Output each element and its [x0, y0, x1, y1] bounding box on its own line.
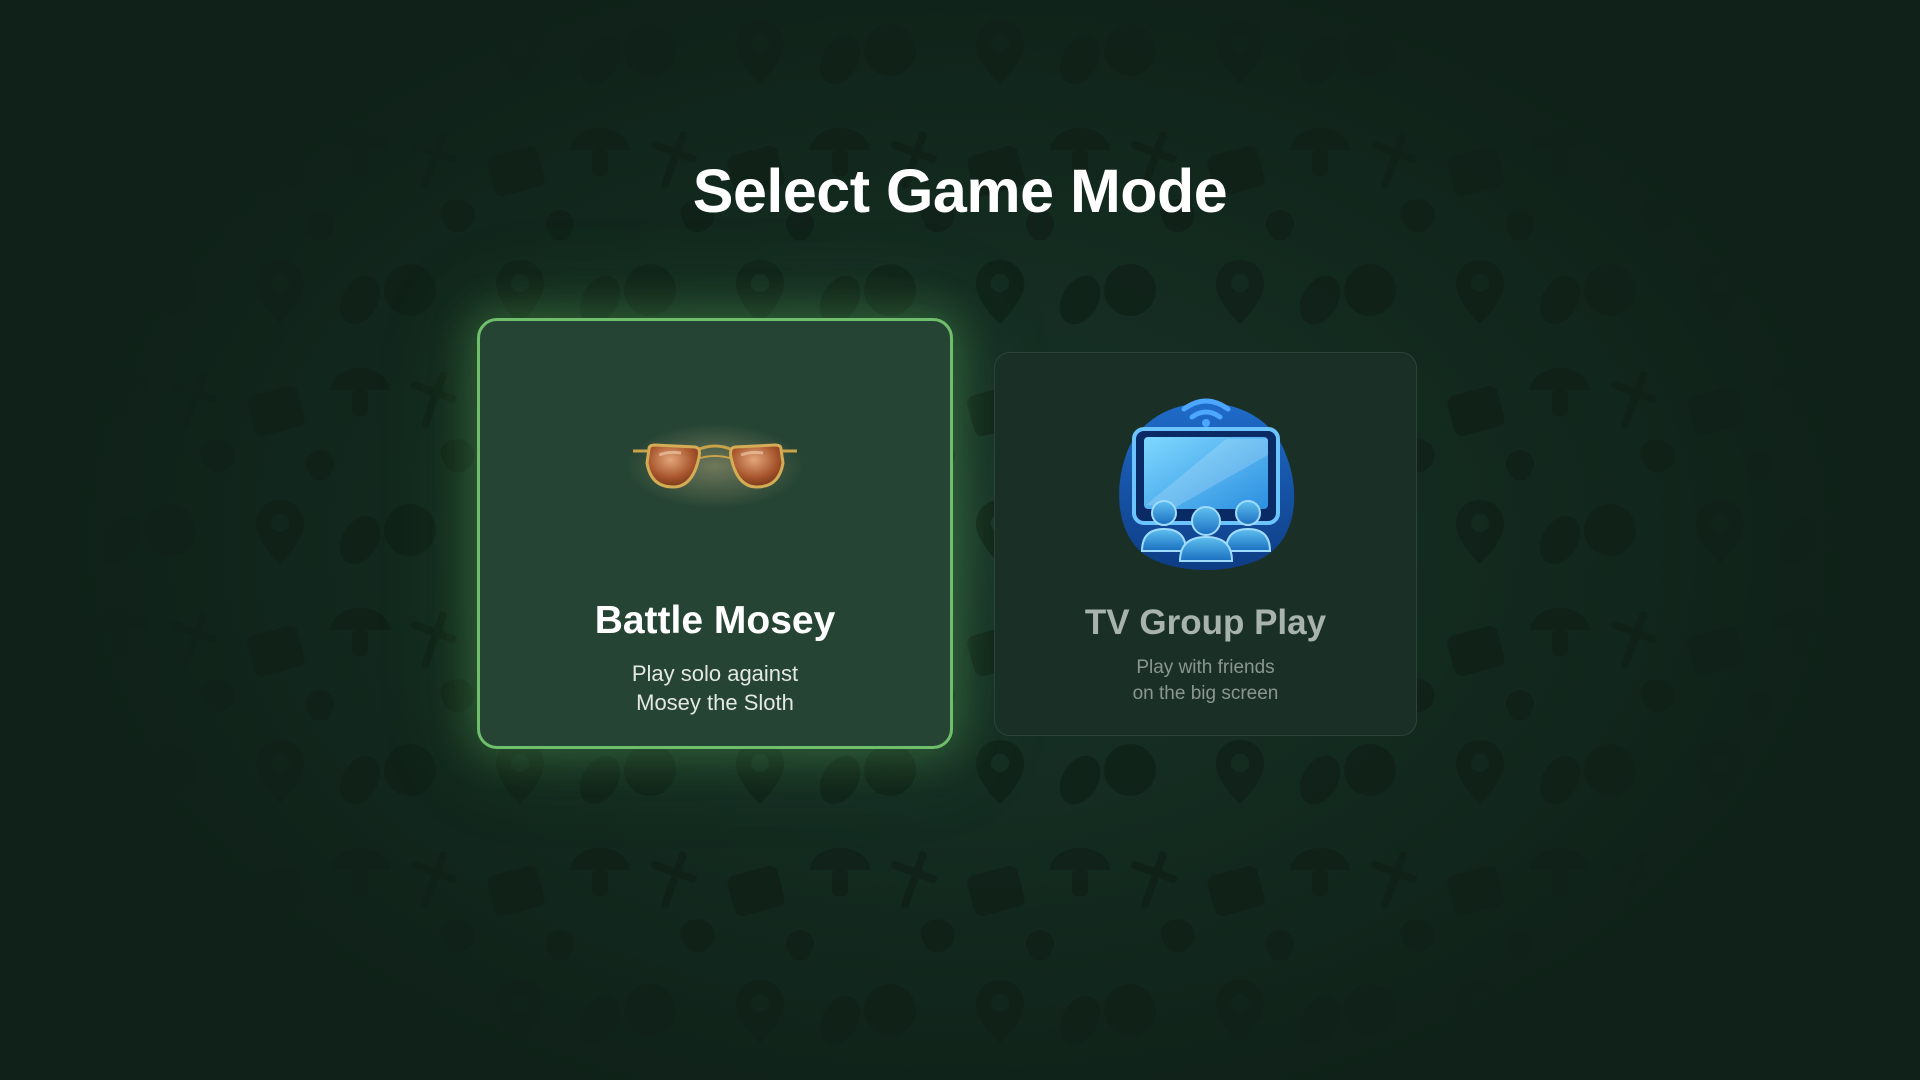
- mode-title: TV Group Play: [1084, 603, 1327, 642]
- mode-description-line: Play solo against: [631, 661, 799, 686]
- tv-group-icon: [1118, 398, 1294, 570]
- mode-description-line: Mosey the Sloth: [636, 690, 794, 715]
- mode-description: Play solo against Mosey the Sloth: [480, 659, 950, 717]
- mode-card-tv-group-play[interactable]: TV Group Play Play with friends on the b…: [994, 352, 1417, 736]
- mode-description-line: on the big screen: [1132, 683, 1279, 704]
- mode-description-line: Play with friends: [1136, 657, 1275, 678]
- mode-title: Battle Mosey: [594, 599, 836, 642]
- mode-card-battle-mosey[interactable]: Battle Mosey Play solo against Mosey the…: [477, 318, 953, 749]
- page-title: Select Game Mode: [692, 157, 1228, 225]
- aviator-sunglasses-icon: [627, 424, 803, 508]
- mode-description: Play with friends on the big screen: [995, 655, 1416, 707]
